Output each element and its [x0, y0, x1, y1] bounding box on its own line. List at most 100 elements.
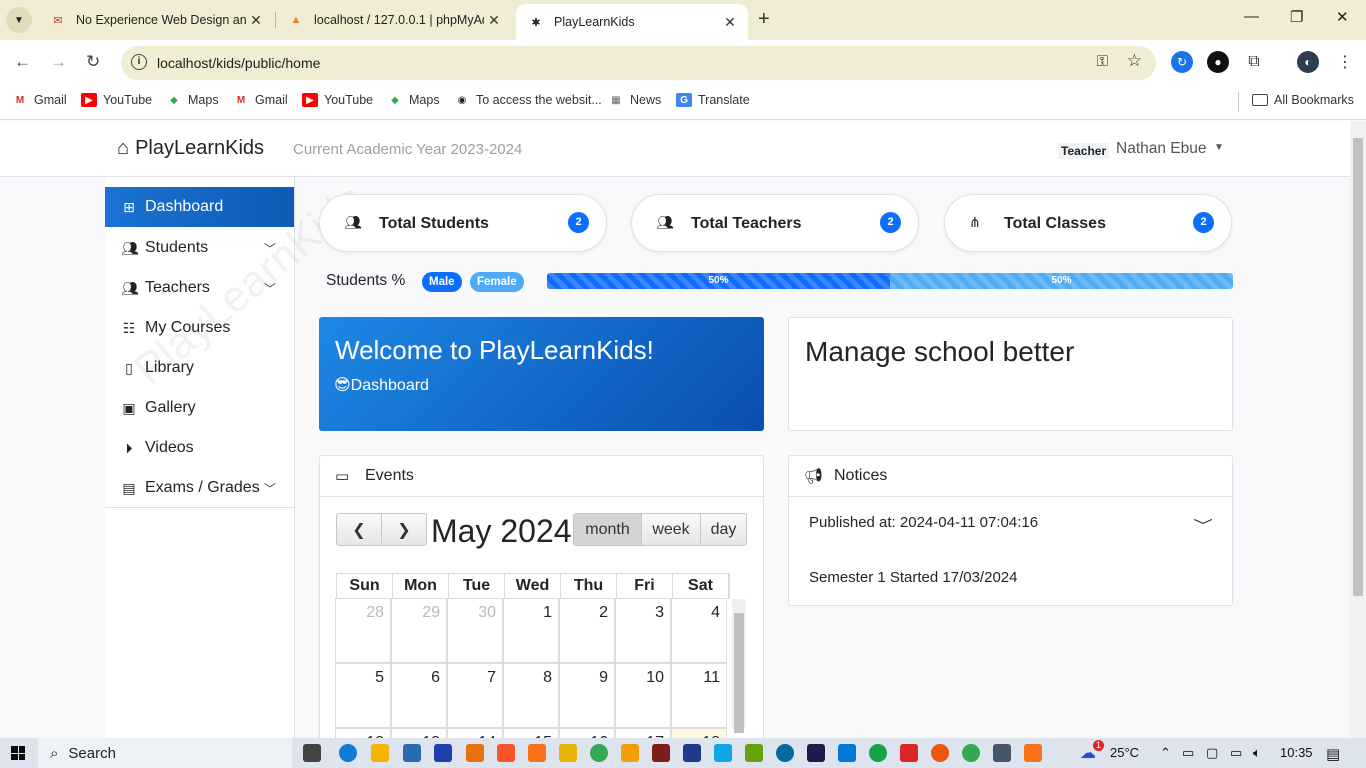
browser-tab-2[interactable]: ▲ localhost / 127.0.0.1 | phpMyAd ✕ — [276, 0, 512, 40]
week-view-button[interactable]: week — [641, 513, 701, 546]
app-icon[interactable] — [466, 744, 484, 762]
scrollbar-thumb[interactable] — [734, 613, 744, 733]
calendar-day-cell[interactable]: 2 — [559, 598, 615, 663]
calendar-scrollbar[interactable] — [732, 599, 746, 733]
close-tab-icon[interactable]: ✕ — [484, 12, 504, 29]
task-view-icon[interactable] — [303, 744, 321, 762]
bookmark-website[interactable]: ◉ To access the websit... — [454, 93, 602, 107]
bookmark-gmail[interactable]: M Gmail — [12, 93, 67, 107]
stat-card-teachers[interactable]: 👥︎ Total Teachers 2 — [631, 194, 919, 252]
xampp-icon[interactable] — [1024, 744, 1042, 762]
battery-icon[interactable]: ▭ — [1230, 745, 1242, 761]
calendar-day-cell[interactable]: 17 — [615, 728, 671, 738]
calendar-day-cell[interactable]: 3 — [615, 598, 671, 663]
bookmark-gmail[interactable]: M Gmail — [233, 93, 288, 107]
app-icon[interactable] — [683, 744, 701, 762]
chevron-up-icon[interactable]: ⌃ — [1160, 745, 1171, 761]
bookmark-maps[interactable]: ◆ Maps — [387, 93, 439, 107]
close-window-icon[interactable]: ✕ — [1336, 8, 1349, 26]
new-tab-icon[interactable]: + — [758, 8, 770, 31]
calendar-day-cell[interactable]: 8 — [503, 663, 559, 728]
restore-icon[interactable]: ❐ — [1290, 8, 1303, 26]
chevron-down-icon[interactable]: ﹀ — [1193, 516, 1213, 536]
calendar-day-cell[interactable]: 14 — [447, 728, 503, 738]
audition-icon[interactable] — [807, 744, 825, 762]
volume-icon[interactable]: 🔈︎ — [1253, 745, 1261, 761]
display-icon[interactable]: ▢ — [1206, 745, 1218, 761]
network-icon[interactable]: ▭ — [1182, 745, 1194, 761]
mail-icon[interactable] — [434, 744, 452, 762]
calendar-day-cell[interactable]: 18 — [671, 728, 727, 738]
app-icon[interactable] — [621, 744, 639, 762]
sidebar-item-students[interactable]: 👥︎ Students ﹀ — [105, 228, 294, 268]
profile-avatar-icon[interactable]: ◐ — [1297, 51, 1319, 73]
extension-sync-icon[interactable]: ↻ — [1171, 51, 1193, 73]
extensions-puzzle-icon[interactable]: ⧉ — [1243, 51, 1265, 73]
app-icon[interactable] — [559, 744, 577, 762]
app-icon[interactable] — [745, 744, 763, 762]
password-key-icon[interactable]: ⚿ — [1097, 53, 1108, 70]
forward-icon[interactable]: → — [50, 52, 67, 72]
bookmark-youtube[interactable]: ▶ YouTube — [302, 93, 373, 107]
app-icon[interactable] — [900, 744, 918, 762]
taskbar-search[interactable]: ⌕ Search — [38, 738, 292, 768]
back-icon[interactable]: ← — [14, 52, 31, 72]
calendar-day-cell[interactable]: 7 — [447, 663, 503, 728]
bookmark-translate[interactable]: G Translate — [676, 93, 750, 107]
sidebar-item-teachers[interactable]: 👥︎ Teachers ﹀ — [105, 268, 294, 308]
calendar-day-cell[interactable]: 30 — [447, 598, 503, 663]
bookmark-star-icon[interactable]: ☆ — [1127, 51, 1142, 71]
sidebar-item-library[interactable]: ▯ Library — [105, 348, 294, 388]
vlc-icon[interactable] — [528, 744, 546, 762]
scrollbar-thumb[interactable] — [1353, 138, 1363, 596]
illustrator-icon[interactable] — [652, 744, 670, 762]
bookmark-news[interactable]: ▦ News — [608, 93, 661, 107]
sidebar-item-gallery[interactable]: ▣ Gallery — [105, 388, 294, 428]
prev-month-button[interactable]: ❮ — [336, 513, 382, 546]
file-explorer-icon[interactable] — [371, 744, 389, 762]
bookmark-youtube[interactable]: ▶ YouTube — [81, 93, 152, 107]
stat-card-students[interactable]: 👥︎ Total Students 2 — [319, 194, 607, 252]
app-icon[interactable] — [714, 744, 732, 762]
extension-dark-icon[interactable]: ● — [1207, 51, 1229, 73]
calendar-day-cell[interactable]: 15 — [503, 728, 559, 738]
browser-tab-1[interactable]: ✉ No Experience Web Design and ✕ — [38, 0, 274, 40]
user-menu-toggle[interactable]: Nathan Ebue — [1116, 140, 1207, 158]
bookmark-maps[interactable]: ◆ Maps — [166, 93, 218, 107]
url-text[interactable]: localhost/kids/public/home — [157, 55, 320, 71]
calendar-day-cell[interactable]: 10 — [615, 663, 671, 728]
app-icon[interactable] — [869, 744, 887, 762]
calendar-day-cell[interactable]: 5 — [335, 663, 391, 728]
sidebar-item-exams-grades[interactable]: ▤ Exams / Grades ﹀ — [105, 468, 294, 508]
calendar-day-cell[interactable]: 12 — [335, 728, 391, 738]
calendar-day-cell[interactable]: 29 — [391, 598, 447, 663]
app-icon[interactable] — [776, 744, 794, 762]
sidebar-item-my-courses[interactable]: ☷ My Courses — [105, 308, 294, 348]
edge-icon[interactable] — [339, 744, 357, 762]
chrome-icon[interactable] — [962, 744, 980, 762]
brand-link[interactable]: ⌂ PlayLearnKids — [117, 137, 264, 160]
caret-down-icon[interactable]: ▼ — [1214, 142, 1224, 153]
page-scrollbar[interactable] — [1350, 121, 1366, 738]
app-icon[interactable] — [931, 744, 949, 762]
address-bar[interactable]: i localhost/kids/public/home ⚿ ☆ — [121, 46, 1156, 80]
clock-time[interactable]: 10:35 — [1280, 745, 1313, 760]
close-tab-icon[interactable]: ✕ — [720, 14, 740, 31]
calendar-day-cell[interactable]: 11 — [671, 663, 727, 728]
kebab-menu-icon[interactable]: ⋮ — [1334, 51, 1356, 73]
store-icon[interactable] — [403, 744, 421, 762]
minimize-icon[interactable]: — — [1244, 8, 1259, 25]
calendar-day-cell[interactable]: 1 — [503, 598, 559, 663]
browser-tab-3[interactable]: ✱ PlayLearnKids ✕ — [516, 4, 748, 40]
tab-search-button[interactable]: ▼ — [6, 7, 32, 33]
calendar-day-cell[interactable]: 28 — [335, 598, 391, 663]
month-view-button[interactable]: month — [573, 513, 642, 546]
sidebar-item-dashboard[interactable]: ⊞ Dashboard — [105, 187, 294, 227]
brave-icon[interactable] — [497, 744, 515, 762]
sidebar-item-videos[interactable]: ⏵ Videos — [105, 428, 294, 468]
chrome-icon[interactable] — [590, 744, 608, 762]
reload-icon[interactable]: ↻ — [86, 52, 100, 72]
day-view-button[interactable]: day — [700, 513, 747, 546]
site-info-icon[interactable]: i — [131, 54, 147, 70]
weather-temp[interactable]: 25°C — [1110, 745, 1139, 760]
